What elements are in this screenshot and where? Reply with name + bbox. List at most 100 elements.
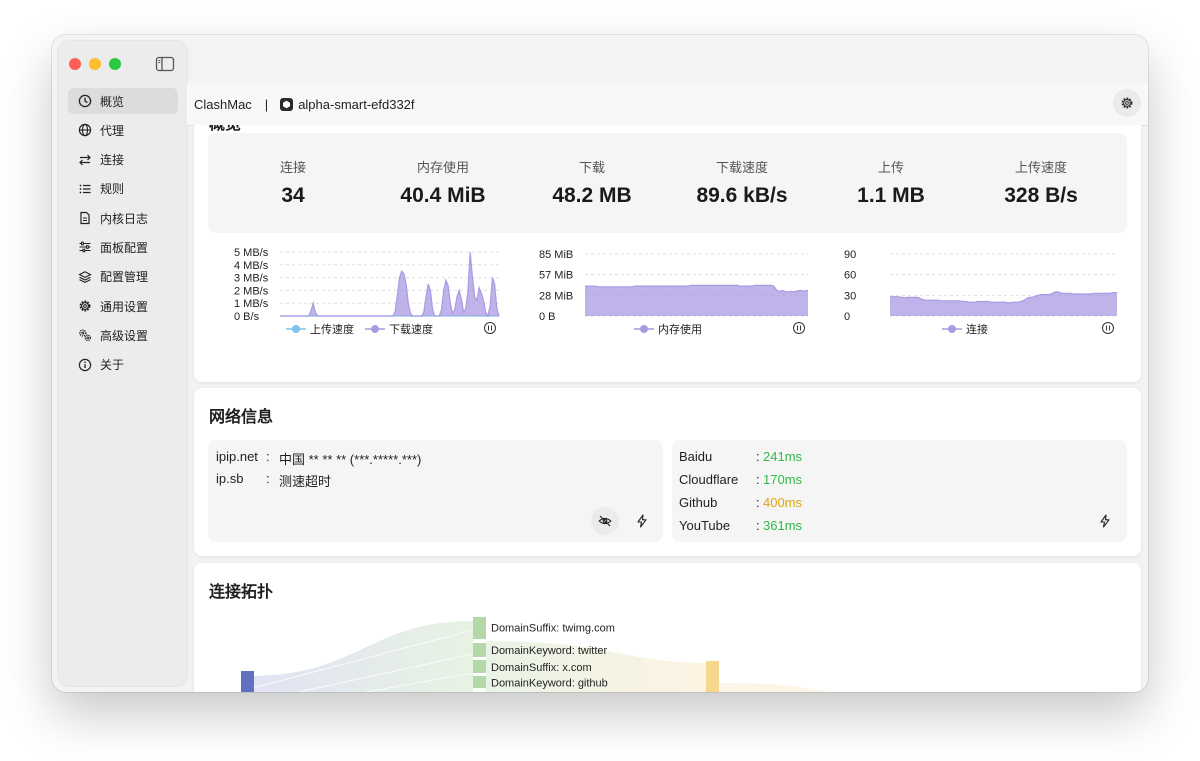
ip-colon: : <box>266 449 270 464</box>
stat-value: 40.4 MiB <box>400 184 486 207</box>
app-name: ClashMac <box>194 96 252 112</box>
y-tick-label: 0 <box>844 311 850 323</box>
memory-chart-svg: 85 MiB 57 MiB 28 MiB 0 B 内存使用 <box>539 249 808 336</box>
sidebar-toggle-icon[interactable] <box>155 55 175 73</box>
sidebar-item-general-settings[interactable]: 通用设置 <box>68 293 178 319</box>
latency-site-name: Baidu <box>679 449 713 464</box>
topology-node-rule[interactable] <box>473 676 486 688</box>
sidebar-item-overview[interactable]: 概览 <box>68 88 178 114</box>
sidebar-item-connections[interactable]: 连接 <box>68 147 178 173</box>
test-latency-button[interactable] <box>1091 507 1119 535</box>
topology-node-source[interactable] <box>241 671 254 692</box>
stat-label: 连接 <box>279 160 306 175</box>
topology-node-rule[interactable] <box>473 643 486 657</box>
topology-rule-label: DomainSuffix: twimg.com <box>491 623 615 635</box>
legend-swatch-dot <box>948 325 956 333</box>
sidebar-item-label: 配置管理 <box>100 270 149 285</box>
pause-chart-button[interactable] <box>484 322 496 334</box>
stat-memory: 内存使用 40.4 MiB <box>368 133 518 233</box>
y-tick-label: 1 MB/s <box>234 298 269 310</box>
stat-label: 下载 <box>578 160 605 175</box>
clock-icon <box>78 94 92 108</box>
legend-swatch-dot <box>371 325 379 333</box>
latency-row: Cloudflare : 170ms <box>679 472 802 487</box>
active-profile-name[interactable]: alpha-smart-efd332f <box>298 97 414 112</box>
sidebar-nav: 概览 代理 连接 规则 内核日志 面板配置 配置管理 通用设置 高级设置 关于 <box>68 88 178 381</box>
y-tick-label: 4 MB/s <box>234 260 269 272</box>
sliders-icon <box>78 240 92 254</box>
sidebar-item-advanced-settings[interactable]: 高级设置 <box>68 322 178 348</box>
topology-rule-label: DomainKeyword: github <box>491 678 608 690</box>
gears-icon <box>78 328 92 342</box>
stat-label: 内存使用 <box>416 160 469 175</box>
legend-label: 连接 <box>966 323 988 336</box>
sidebar-item-label: 概览 <box>100 94 125 109</box>
y-tick-label: 85 MiB <box>539 249 573 261</box>
pause-chart-button[interactable] <box>1102 322 1114 334</box>
ip-info-panel: ipip.net : 中国 ** ** ** (***.*****.***) i… <box>208 440 663 542</box>
sidebar-item-rules[interactable]: 规则 <box>68 176 178 202</box>
stat-download-speed: 下载速度 89.6 kB/s <box>667 133 817 233</box>
traffic-chart: 5 MB/s 4 MB/s 3 MB/s 2 MB/s 1 MB/s 0 B/s 上传速度 下… <box>208 246 508 354</box>
latency-value: 170ms <box>763 472 803 487</box>
y-tick-label: 0 B/s <box>234 311 260 323</box>
stat-label: 下载速度 <box>715 160 768 175</box>
settings-button[interactable] <box>1113 89 1141 117</box>
y-tick-label: 0 B <box>539 311 556 323</box>
latency-row: Baidu : 241ms <box>679 449 802 464</box>
close-window-button[interactable] <box>69 58 81 70</box>
stat-value: 328 B/s <box>1004 184 1078 207</box>
topology-rule-label: DomainKeyword: twitter <box>491 645 607 657</box>
ip-source-name: ipip.net <box>216 449 258 464</box>
y-tick-label: 60 <box>844 270 856 282</box>
topology-node-proxy[interactable] <box>706 661 719 692</box>
latency-site-name: Github <box>679 495 718 510</box>
latency-colon: : <box>756 449 760 464</box>
gear-icon <box>78 299 92 313</box>
cube-icon <box>280 97 294 111</box>
stat-value: 48.2 MB <box>552 184 632 207</box>
ip-source-name: ip.sb <box>216 471 244 486</box>
latency-site-name: Cloudflare <box>679 472 739 487</box>
sidebar-item-core-log[interactable]: 内核日志 <box>68 205 178 231</box>
topology-flow <box>718 683 829 692</box>
layers-icon <box>78 270 92 284</box>
sidebar-item-about[interactable]: 关于 <box>68 352 178 378</box>
test-ip-button[interactable] <box>628 507 656 535</box>
y-tick-label: 3 MB/s <box>234 273 269 285</box>
y-tick-label: 2 MB/s <box>234 285 269 297</box>
sidebar-item-label: 代理 <box>100 123 125 138</box>
toolbar: ClashMac | alpha-smart-efd332f <box>187 83 1148 126</box>
sidebar-item-label: 关于 <box>100 358 125 373</box>
stat-value: 34 <box>281 184 305 207</box>
topology-node-rule[interactable] <box>473 660 486 673</box>
topology-node-rule[interactable] <box>473 617 486 639</box>
stat-upload: 上传 1.1 MB <box>816 133 966 233</box>
latency-colon: : <box>756 472 760 487</box>
latency-colon: : <box>756 495 760 510</box>
y-tick-label: 30 <box>844 290 856 302</box>
ip-value: 测速超时 <box>279 474 332 489</box>
y-tick-label: 5 MB/s <box>234 247 269 259</box>
hide-ip-button[interactable] <box>591 507 619 535</box>
ip-row: ipip.net : 中国 ** ** ** (***.*****.***) <box>216 449 421 468</box>
topology-rule-label: DomainSuffix: x.com <box>491 662 592 674</box>
minimize-window-button[interactable] <box>89 58 101 70</box>
legend-label: 上传速度 <box>310 322 354 336</box>
sidebar-item-profile-management[interactable]: 配置管理 <box>68 264 178 290</box>
latency-row: YouTube : 361ms <box>679 518 802 533</box>
sidebar-item-proxy[interactable]: 代理 <box>68 117 178 143</box>
topology-diagram: DomainSuffix: twimg.com DomainKeyword: t… <box>241 617 829 692</box>
y-tick-label: 57 MiB <box>539 270 573 282</box>
sidebar-item-panel-config[interactable]: 面板配置 <box>68 234 178 260</box>
pause-chart-button[interactable] <box>793 322 805 334</box>
connections-chart-svg: 90 60 30 0 连接 <box>844 249 1117 336</box>
lightning-icon <box>1100 514 1110 528</box>
legend-swatch-dot <box>292 325 300 333</box>
main-content[interactable]: 概览 连接 34 内存使用 40.4 MiB 下载 48.2 MB 下载速度 8… <box>187 125 1148 692</box>
zoom-window-button[interactable] <box>109 58 121 70</box>
topology-flow <box>249 621 473 692</box>
series-area <box>585 285 808 316</box>
network-info-title: 网络信息 <box>209 409 274 426</box>
document-icon <box>78 211 92 225</box>
